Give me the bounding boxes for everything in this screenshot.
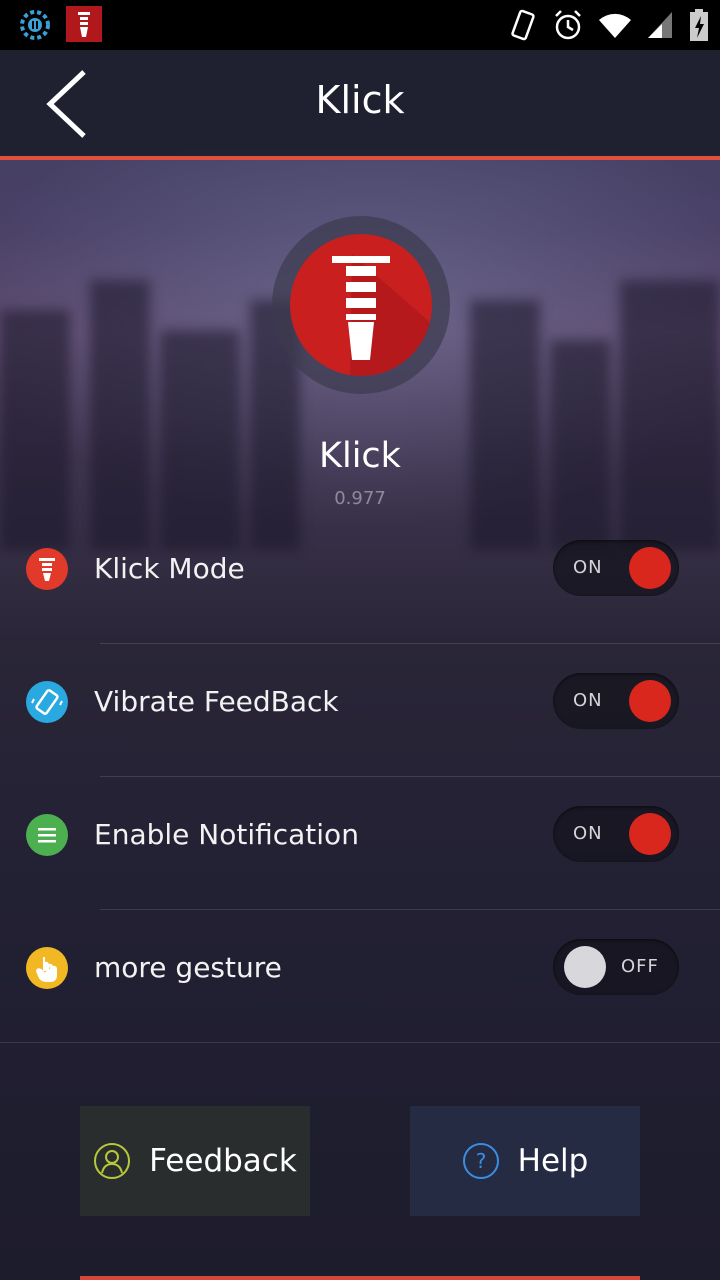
help-label: Help bbox=[517, 1143, 589, 1179]
notification-icon bbox=[26, 814, 68, 856]
divider bbox=[100, 909, 720, 910]
toggle-state: ON bbox=[573, 557, 603, 578]
more-gesture-toggle[interactable]: OFF bbox=[553, 939, 679, 995]
user-icon bbox=[94, 1143, 131, 1179]
app-version: 0.977 bbox=[334, 488, 386, 509]
gesture-icon bbox=[26, 947, 68, 989]
page-title: Klick bbox=[315, 78, 405, 122]
bottom-accent-line bbox=[80, 1276, 640, 1280]
status-bar bbox=[0, 0, 720, 50]
divider bbox=[0, 1042, 720, 1043]
signal-icon bbox=[648, 12, 672, 38]
vibrate-icon bbox=[26, 681, 68, 723]
help-icon: ? bbox=[462, 1143, 499, 1179]
help-button[interactable]: ? Help bbox=[410, 1106, 640, 1216]
vibrate-status-icon bbox=[511, 9, 535, 41]
toggle-state: ON bbox=[573, 823, 603, 844]
setting-label: more gesture bbox=[94, 951, 282, 984]
setting-row-klick-mode: Klick Mode ON bbox=[0, 512, 720, 644]
header-underline bbox=[0, 156, 720, 160]
app-header: Klick bbox=[0, 50, 720, 160]
app-logo bbox=[272, 216, 450, 394]
divider bbox=[100, 776, 720, 777]
setting-label: Enable Notification bbox=[94, 818, 359, 851]
setting-row-vibrate-feedback: Vibrate FeedBack ON bbox=[0, 645, 720, 777]
toggle-knob bbox=[629, 547, 671, 589]
battery-icon bbox=[690, 9, 708, 41]
klick-logo-icon bbox=[332, 254, 432, 376]
setting-row-more-gesture: more gesture OFF bbox=[0, 911, 720, 1043]
toggle-state: ON bbox=[573, 690, 603, 711]
vibrate-feedback-toggle[interactable]: ON bbox=[553, 673, 679, 729]
klick-mode-toggle[interactable]: ON bbox=[553, 540, 679, 596]
setting-label: Klick Mode bbox=[94, 552, 245, 585]
toggle-knob bbox=[629, 813, 671, 855]
divider bbox=[100, 643, 720, 644]
toggle-state: OFF bbox=[621, 956, 659, 977]
app-name: Klick bbox=[319, 436, 401, 476]
wifi-icon bbox=[599, 13, 631, 38]
toggle-knob bbox=[564, 946, 606, 988]
sync-icon bbox=[20, 10, 50, 40]
feedback-button[interactable]: Feedback bbox=[80, 1106, 310, 1216]
alarm-icon bbox=[555, 10, 581, 40]
toggle-knob bbox=[629, 680, 671, 722]
setting-row-enable-notification: Enable Notification ON bbox=[0, 778, 720, 910]
klick-icon bbox=[26, 548, 68, 590]
feedback-label: Feedback bbox=[149, 1143, 297, 1179]
klick-notification-icon bbox=[66, 6, 102, 42]
setting-label: Vibrate FeedBack bbox=[94, 685, 339, 718]
enable-notification-toggle[interactable]: ON bbox=[553, 806, 679, 862]
svg-text:?: ? bbox=[475, 1149, 486, 1173]
